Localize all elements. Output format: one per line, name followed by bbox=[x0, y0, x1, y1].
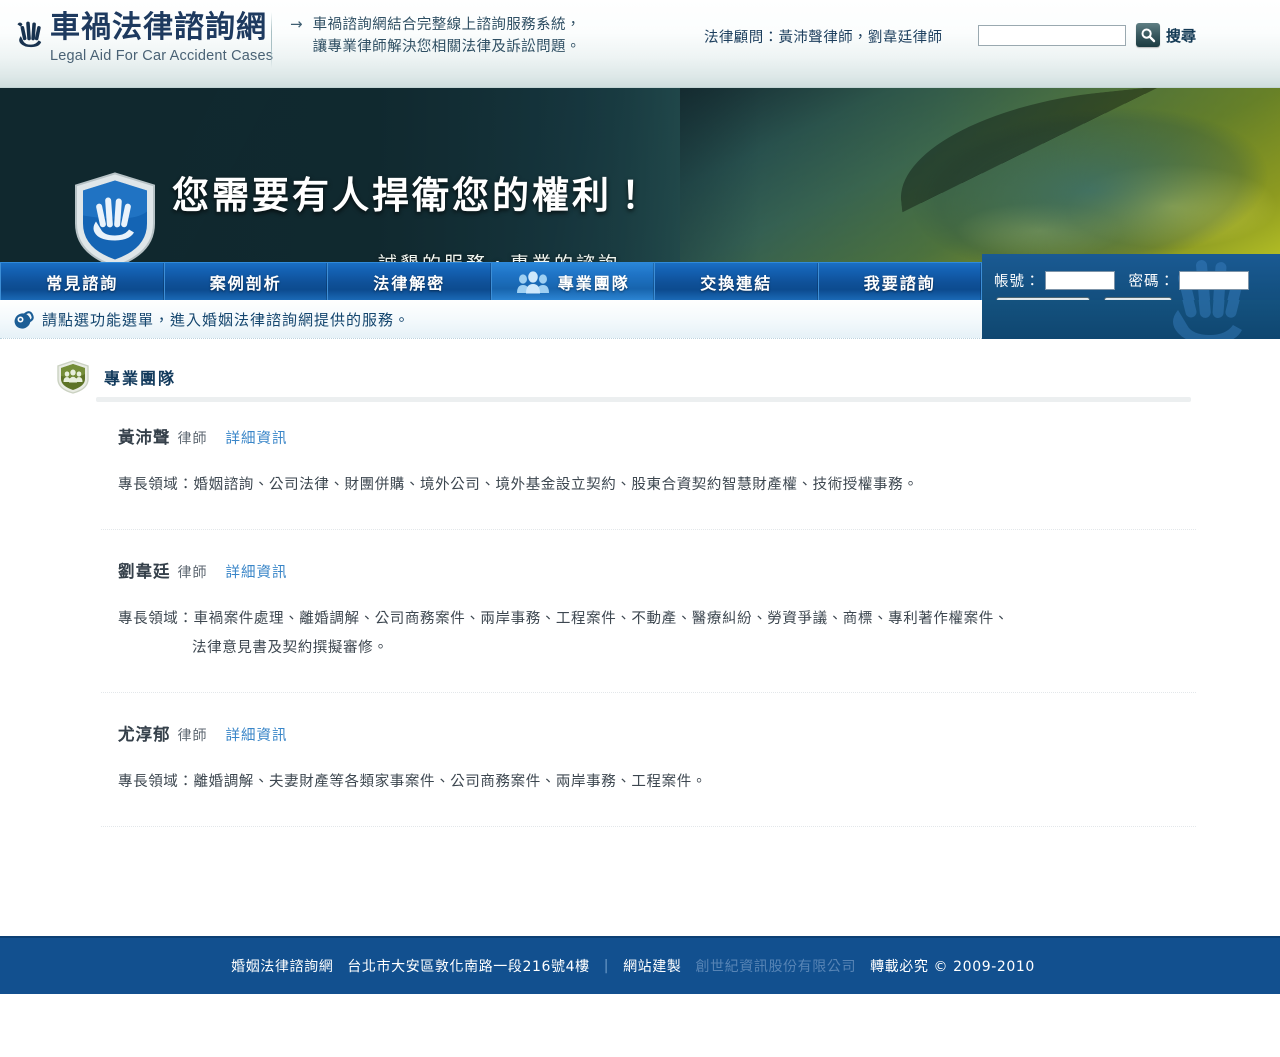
search-button-label: 搜尋 bbox=[1166, 26, 1197, 45]
lawyer-detail-link[interactable]: 詳細資訊 bbox=[226, 561, 288, 582]
notice-right-filler bbox=[982, 300, 1280, 339]
nav-label: 法律解密 bbox=[373, 273, 446, 293]
hand-shield-icon bbox=[75, 172, 155, 262]
footer-address: 台北市大安區敦化南路一段216號4樓 bbox=[347, 959, 590, 975]
lawyer-role: 律師 bbox=[177, 431, 208, 447]
lawyer-role: 律師 bbox=[177, 728, 208, 744]
notice-bar: 請點選功能選單，進入婚姻法律諮詢網提供的服務。 bbox=[0, 300, 982, 339]
nav-label: 專業團隊 bbox=[557, 273, 630, 293]
hand-watermark-icon-2 bbox=[1173, 300, 1244, 339]
header-slogan: → 車禍諮詢網結合完整線上諮詢服務系統， 讓專業律師解決您相關法律及訴訟問題。 bbox=[290, 14, 581, 58]
slogan-line-2: 讓專業律師解決您相關法律及訴訟問題。 bbox=[312, 39, 581, 55]
advisor-names: 黃沛聲律師，劉韋廷律師 bbox=[778, 30, 943, 46]
nav-label: 案例剖析 bbox=[209, 273, 282, 293]
specialty-text: 專長領域：離婚調解、夫妻財產等各類家事案件、公司商務案件、兩岸事務、工程案件。 bbox=[118, 774, 707, 790]
nav-label: 常見諮詢 bbox=[46, 273, 119, 293]
nav-item-faq[interactable]: 常見諮詢 bbox=[0, 263, 165, 300]
row-separator bbox=[101, 826, 1196, 827]
lawyer-header: 尤淳郁 律師 詳細資訊 bbox=[0, 721, 1280, 745]
legal-advisors: 法律顧問：黃沛聲律師，劉韋廷律師 bbox=[704, 26, 942, 47]
search-icon bbox=[1136, 23, 1160, 47]
footer-built-by-company: 創世紀資訊股份有限公司 bbox=[695, 959, 857, 975]
lawyer-specialty: 專長領域：車禍案件處理、離婚調解、公司商務案件、兩岸事務、工程案件、不動產、醫療… bbox=[0, 605, 1280, 663]
slogan-line-1: 車禍諮詢網結合完整線上諮詢服務系統， bbox=[312, 17, 581, 33]
site-footer: 婚姻法律諮詢網 台北市大安區敦化南路一段216號4樓 | 網站建製 創世紀資訊股… bbox=[0, 936, 1280, 994]
password-label: 密碼： bbox=[1128, 274, 1175, 290]
hero-banner: 您需要有人捍衛您的權利！ 誠懇的服務・專業的諮詢 bbox=[0, 88, 1280, 262]
footer-site-name: 婚姻法律諮詢網 bbox=[231, 959, 334, 975]
lawyer-entry: 劉韋廷 律師 詳細資訊 專長領域：車禍案件處理、離婚調解、公司商務案件、兩岸事務… bbox=[0, 558, 1280, 693]
banner-car-photo bbox=[680, 88, 1280, 262]
search-button[interactable]: 搜尋 bbox=[1136, 23, 1196, 47]
nav-label: 我要諮詢 bbox=[863, 273, 936, 293]
logo-title-cn: 車禍法律諮詢網 bbox=[50, 10, 267, 45]
site-logo[interactable]: 車禍法律諮詢網 Legal Aid For Car Accident Cases bbox=[14, 10, 273, 65]
lawyer-specialty: 專長領域：離婚調解、夫妻財產等各類家事案件、公司商務案件、兩岸事務、工程案件。 bbox=[0, 768, 1280, 797]
banner-subline: 誠懇的服務・專業的諮詢 bbox=[378, 249, 620, 262]
lawyer-role: 律師 bbox=[177, 565, 208, 581]
main-content: 專業團隊 黃沛聲 律師 詳細資訊 專長領域：婚姻諮詢、公司法律、財團併購、境外公… bbox=[0, 339, 1280, 994]
footer-copyright: 轉載必究 © 2009-2010 bbox=[870, 959, 1035, 975]
hand-logo-icon bbox=[17, 21, 42, 48]
login-fields-row: 帳號： 密碼： bbox=[994, 270, 1249, 291]
account-label: 帳號： bbox=[994, 274, 1041, 290]
account-input[interactable] bbox=[1044, 271, 1115, 290]
lawyer-entry: 黃沛聲 律師 詳細資訊 專長領域：婚姻諮詢、公司法律、財團併購、境外公司、境外基… bbox=[0, 424, 1280, 530]
nav-item-case-analysis[interactable]: 案例剖析 bbox=[165, 263, 328, 300]
header-divider bbox=[271, 12, 272, 68]
lawyer-name: 劉韋廷 bbox=[118, 562, 171, 581]
banner-headline: 您需要有人捍衛您的權利！ bbox=[172, 174, 652, 217]
arrow-right-icon: → bbox=[290, 15, 303, 33]
nav-label: 交換連結 bbox=[700, 273, 773, 293]
lawyer-specialty: 專長領域：婚姻諮詢、公司法律、財團併購、境外公司、境外基金設立契約、股東合資契約… bbox=[0, 471, 1280, 500]
search-area: 搜尋 bbox=[978, 23, 1196, 47]
page-title: 專業團隊 bbox=[104, 369, 177, 388]
specialty-text: 專長領域：婚姻諮詢、公司法律、財團併購、境外公司、境外基金設立契約、股東合資契約… bbox=[118, 477, 919, 493]
nav-item-exchange-links[interactable]: 交換連結 bbox=[655, 263, 819, 300]
logo-title-en: Legal Aid For Car Accident Cases bbox=[50, 48, 274, 64]
lawyer-list: 黃沛聲 律師 詳細資訊 專長領域：婚姻諮詢、公司法律、財團併購、境外公司、境外基… bbox=[0, 424, 1280, 827]
password-input[interactable] bbox=[1179, 271, 1249, 290]
nav-item-consult[interactable]: 我要諮詢 bbox=[819, 263, 982, 300]
advisor-label: 法律顧問： bbox=[704, 30, 779, 46]
lawyer-name: 尤淳郁 bbox=[118, 725, 171, 744]
footer-separator: | bbox=[603, 958, 610, 974]
search-input[interactable] bbox=[978, 24, 1126, 46]
specialty-text-continued: 法律意見書及契約撰擬審修。 bbox=[192, 640, 389, 656]
page-title-row: 專業團隊 bbox=[56, 360, 1224, 402]
row-separator bbox=[101, 529, 1196, 530]
lawyer-detail-link[interactable]: 詳細資訊 bbox=[226, 427, 288, 448]
lawyer-detail-link[interactable]: 詳細資訊 bbox=[226, 724, 288, 745]
row-separator bbox=[101, 692, 1196, 693]
specialty-text: 專長領域：車禍案件處理、離婚調解、公司商務案件、兩岸事務、工程案件、不動產、醫療… bbox=[118, 611, 1009, 627]
nav-item-law-decode[interactable]: 法律解密 bbox=[328, 263, 492, 300]
people-icon bbox=[516, 270, 549, 293]
main-navigation: 常見諮詢 案例剖析 法律解密 專業團隊 交換連結 我要諮詢 bbox=[0, 262, 982, 300]
lawyer-header: 黃沛聲 律師 詳細資訊 bbox=[0, 424, 1280, 448]
navigation-area: 常見諮詢 案例剖析 法律解密 專業團隊 交換連結 我要諮詢 帳號： 密碼： bbox=[0, 254, 1280, 344]
lawyer-entry: 尤淳郁 律師 詳細資訊 專長領域：離婚調解、夫妻財產等各類家事案件、公司商務案件… bbox=[0, 721, 1280, 827]
notice-text: 請點選功能選單，進入婚姻法律諮詢網提供的服務。 bbox=[42, 310, 411, 329]
mouse-icon bbox=[14, 311, 34, 329]
team-badge-icon bbox=[57, 360, 89, 394]
site-header: 車禍法律諮詢網 Legal Aid For Car Accident Cases… bbox=[0, 0, 1280, 88]
lawyer-header: 劉韋廷 律師 詳細資訊 bbox=[0, 558, 1280, 582]
footer-built-by-label: 網站建製 bbox=[623, 959, 682, 975]
title-underline bbox=[96, 397, 1191, 402]
nav-item-professional-team[interactable]: 專業團隊 bbox=[491, 263, 655, 300]
lawyer-name: 黃沛聲 bbox=[118, 428, 171, 447]
